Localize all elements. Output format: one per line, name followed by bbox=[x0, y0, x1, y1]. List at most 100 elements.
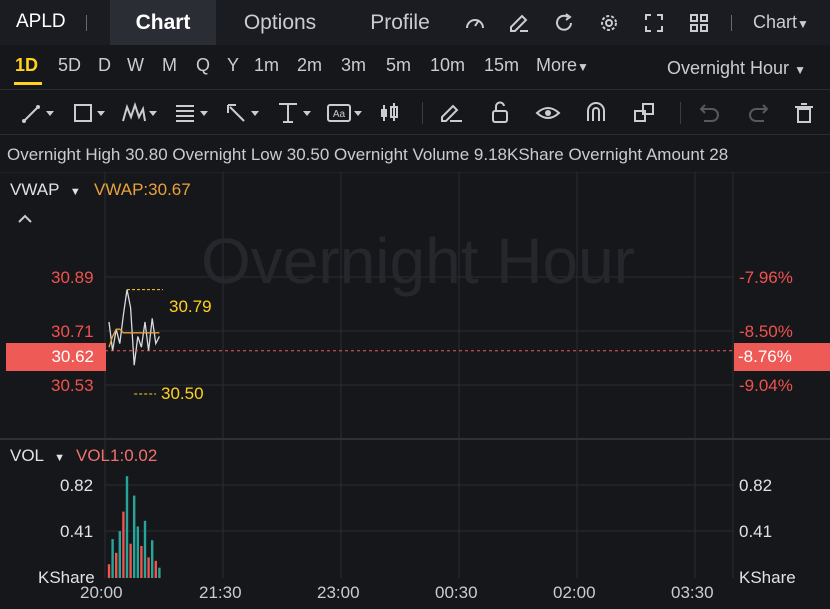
vol-value: VOL1:0.02 bbox=[76, 446, 158, 465]
session-dropdown[interactable]: Overnight Hour ▼ bbox=[667, 58, 806, 79]
volume-bar bbox=[136, 526, 139, 578]
gear-icon[interactable] bbox=[597, 11, 621, 35]
divider bbox=[0, 134, 830, 135]
unlock-icon[interactable] bbox=[482, 99, 522, 127]
price-chart[interactable]: Overnight Hour bbox=[0, 172, 830, 609]
eye-icon[interactable] bbox=[530, 99, 570, 127]
tab-profile[interactable]: Profile bbox=[352, 0, 448, 45]
caret-down-icon: ▼ bbox=[797, 17, 809, 31]
volume-bar bbox=[133, 495, 136, 578]
chart-type-dropdown[interactable]: Chart▼ bbox=[753, 12, 809, 33]
rectangle-tool-icon[interactable] bbox=[71, 99, 111, 127]
divider bbox=[680, 102, 681, 124]
price-line bbox=[108, 289, 160, 366]
volume-bar bbox=[151, 540, 154, 578]
caret-down-icon: ▼ bbox=[577, 60, 589, 74]
volume-bar bbox=[122, 511, 125, 578]
svg-text:Aa: Aa bbox=[333, 109, 346, 120]
overnight-low-label: Overnight Low bbox=[172, 145, 283, 164]
current-percent-badge: -8.76% bbox=[734, 343, 830, 371]
pattern-tool-icon[interactable] bbox=[121, 99, 161, 127]
duplicate-icon[interactable] bbox=[626, 99, 666, 127]
pencil-icon[interactable] bbox=[434, 99, 474, 127]
period-active-indicator bbox=[14, 82, 42, 85]
period-1d[interactable]: 1D bbox=[15, 55, 38, 76]
overnight-summary-bar: Overnight High 30.80 Overnight Low 30.50… bbox=[0, 140, 830, 170]
tab-chart[interactable]: Chart bbox=[110, 0, 216, 45]
fibonacci-tool-icon[interactable] bbox=[173, 99, 213, 127]
percent-axis-tick: -7.96% bbox=[739, 268, 793, 287]
layout-grid-icon[interactable] bbox=[687, 11, 711, 35]
volume-bar bbox=[129, 543, 132, 578]
price-axis-tick: 30.71 bbox=[51, 322, 94, 341]
indicator-gauge-icon[interactable] bbox=[463, 11, 487, 35]
period-3m[interactable]: 3m bbox=[341, 55, 366, 76]
vol-indicator-label: VOL bbox=[10, 446, 44, 465]
volume-axis-tick: 0.82 bbox=[60, 476, 94, 495]
volume-bar bbox=[107, 564, 111, 578]
collapse-chevron-icon[interactable] bbox=[16, 212, 34, 226]
overnight-amount-value: 28 bbox=[709, 145, 729, 164]
overnight-volume-value: 9.18KShare bbox=[473, 145, 564, 164]
time-axis-tick: 23:00 bbox=[317, 583, 360, 602]
undo-icon[interactable] bbox=[690, 99, 730, 127]
edit-icon[interactable] bbox=[507, 11, 531, 35]
price-axis-tick: 30.53 bbox=[51, 376, 94, 395]
volume-bar bbox=[118, 531, 121, 578]
volume-bar bbox=[111, 539, 114, 578]
time-axis-tick: 20:00 bbox=[80, 583, 123, 602]
redo-icon[interactable] bbox=[738, 99, 778, 127]
trash-icon[interactable] bbox=[786, 99, 826, 127]
period-1m[interactable]: 1m bbox=[254, 55, 279, 76]
fullscreen-icon[interactable] bbox=[642, 11, 666, 35]
magnet-icon[interactable] bbox=[578, 99, 618, 127]
candle-tool-icon[interactable] bbox=[378, 99, 418, 127]
time-axis-tick: 00:30 bbox=[435, 583, 478, 602]
tab-options[interactable]: Options bbox=[226, 0, 334, 45]
session-watermark: Overnight Hour bbox=[201, 225, 635, 297]
vwap-indicator-label: VWAP bbox=[10, 180, 60, 199]
refresh-icon[interactable] bbox=[552, 11, 576, 35]
price-layer bbox=[108, 289, 160, 366]
overnight-high-value: 30.80 bbox=[125, 145, 168, 164]
period-more-label: More bbox=[536, 55, 578, 75]
volume-axis-tick: 0.41 bbox=[60, 522, 94, 541]
high-marker-label: 30.79 bbox=[169, 297, 212, 316]
overnight-high-label: Overnight High bbox=[7, 145, 121, 164]
vwap-indicator-dropdown[interactable]: VWAP ▼ bbox=[10, 180, 81, 200]
overnight-volume-label: Overnight Volume bbox=[334, 145, 470, 164]
period-15m[interactable]: 15m bbox=[484, 55, 519, 76]
time-axis-tick: 21:30 bbox=[199, 583, 242, 602]
period-10m[interactable]: 10m bbox=[430, 55, 465, 76]
arrow-tool-icon[interactable] bbox=[224, 99, 264, 127]
current-price-badge: 30.62 bbox=[6, 343, 106, 371]
period-m[interactable]: M bbox=[162, 55, 177, 76]
vertical-measure-tool-icon[interactable] bbox=[275, 99, 315, 127]
period-w[interactable]: W bbox=[127, 55, 144, 76]
vol-indicator-dropdown[interactable]: VOL ▼ bbox=[10, 446, 65, 466]
period-5m[interactable]: 5m bbox=[386, 55, 411, 76]
percent-axis-tick: -8.50% bbox=[739, 322, 793, 341]
divider bbox=[731, 15, 732, 31]
volume-bar bbox=[154, 560, 157, 578]
period-q[interactable]: Q bbox=[196, 55, 210, 76]
period-2m[interactable]: 2m bbox=[297, 55, 322, 76]
volume-bar bbox=[115, 552, 118, 578]
trend-line-tool-icon[interactable] bbox=[20, 99, 60, 127]
caret-down-icon: ▼ bbox=[54, 452, 66, 464]
vwap-value: VWAP:30.67 bbox=[94, 180, 191, 199]
chart-type-label: Chart bbox=[753, 12, 798, 32]
session-label: Overnight Hour bbox=[667, 58, 790, 78]
period-more-dropdown[interactable]: More▼ bbox=[536, 55, 589, 76]
price-axis-tick: 30.89 bbox=[51, 268, 94, 287]
divider bbox=[0, 89, 830, 90]
divider bbox=[86, 15, 87, 31]
text-tool-icon[interactable]: Aa bbox=[326, 99, 366, 127]
volume-axis-tick: 0.41 bbox=[739, 522, 773, 541]
volume-bar bbox=[158, 567, 161, 578]
volume-axis-tick: 0.82 bbox=[739, 476, 773, 495]
period-5d[interactable]: 5D bbox=[58, 55, 81, 76]
period-y[interactable]: Y bbox=[227, 55, 239, 76]
period-d[interactable]: D bbox=[98, 55, 111, 76]
volume-unit-label: KShare bbox=[739, 568, 796, 587]
